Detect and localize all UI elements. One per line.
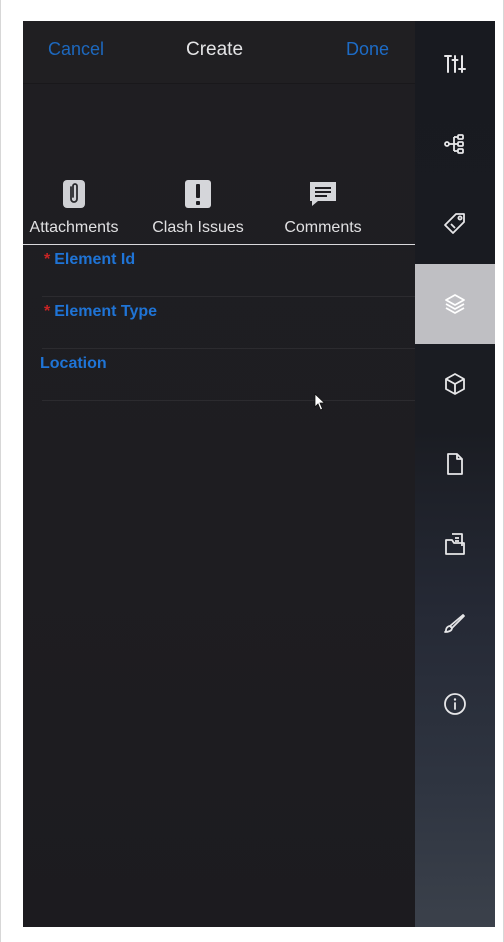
comment-icon [308, 178, 338, 210]
tag-icon [444, 213, 465, 234]
sidebar-item-layers[interactable] [415, 264, 495, 344]
sliders-icon [444, 55, 466, 73]
form-header: Cancel Create Done [23, 21, 415, 84]
document-icon [447, 453, 463, 475]
right-sidebar [415, 21, 495, 927]
app-window: Cancel Create Done Attachments Clash Iss… [23, 21, 495, 927]
element-id-field[interactable]: * Element Id [23, 245, 415, 297]
page-frame: Cancel Create Done Attachments Clash Iss… [0, 0, 504, 942]
element-type-label: * Element Type [44, 303, 157, 321]
element-id-label-text: Element Id [54, 251, 136, 268]
form-title: Create [186, 39, 244, 60]
tab-attachments[interactable]: Attachments [23, 176, 133, 244]
tab-clash-issues[interactable]: Clash Issues [139, 176, 257, 244]
sidebar-item-model[interactable] [415, 344, 495, 424]
element-id-label: * Element Id [44, 251, 135, 269]
attachment-tabs: Attachments Clash Issues Comments [23, 176, 415, 246]
field-divider [42, 400, 415, 401]
tab-comments[interactable]: Comments [264, 176, 382, 244]
tab-attachments-label: Attachments [29, 219, 119, 236]
tab-comments-label: Comments [284, 219, 362, 236]
layers-icon [445, 294, 465, 314]
cube-icon [445, 373, 465, 395]
exclamation-icon [183, 178, 213, 210]
info-icon [444, 693, 466, 715]
required-marker: * [44, 303, 51, 320]
sidebar-item-tags[interactable] [415, 184, 495, 264]
hierarchy-icon [444, 134, 464, 154]
cancel-button[interactable]: Cancel [48, 39, 104, 60]
sidebar-item-hierarchy[interactable] [415, 104, 495, 184]
element-type-field[interactable]: * Element Type [23, 297, 415, 349]
location-field[interactable]: Location [23, 349, 415, 401]
sidebar-item-info[interactable] [415, 664, 495, 744]
sidebar-item-document[interactable] [415, 424, 495, 504]
element-type-label-text: Element Type [54, 303, 158, 320]
required-marker: * [44, 251, 51, 268]
sidebar-item-filters[interactable] [415, 24, 495, 104]
paperclip-icon [59, 178, 89, 210]
mouse-cursor-icon [314, 393, 326, 411]
folder-document-icon [445, 533, 465, 555]
done-button[interactable]: Done [346, 39, 389, 60]
sidebar-item-folder[interactable] [415, 504, 495, 584]
create-form-panel: Cancel Create Done Attachments Clash Iss… [23, 21, 415, 927]
location-label: Location [40, 355, 107, 372]
tab-clash-issues-label: Clash Issues [152, 219, 244, 236]
sidebar-item-markup[interactable] [415, 584, 495, 664]
brush-icon [444, 614, 465, 633]
